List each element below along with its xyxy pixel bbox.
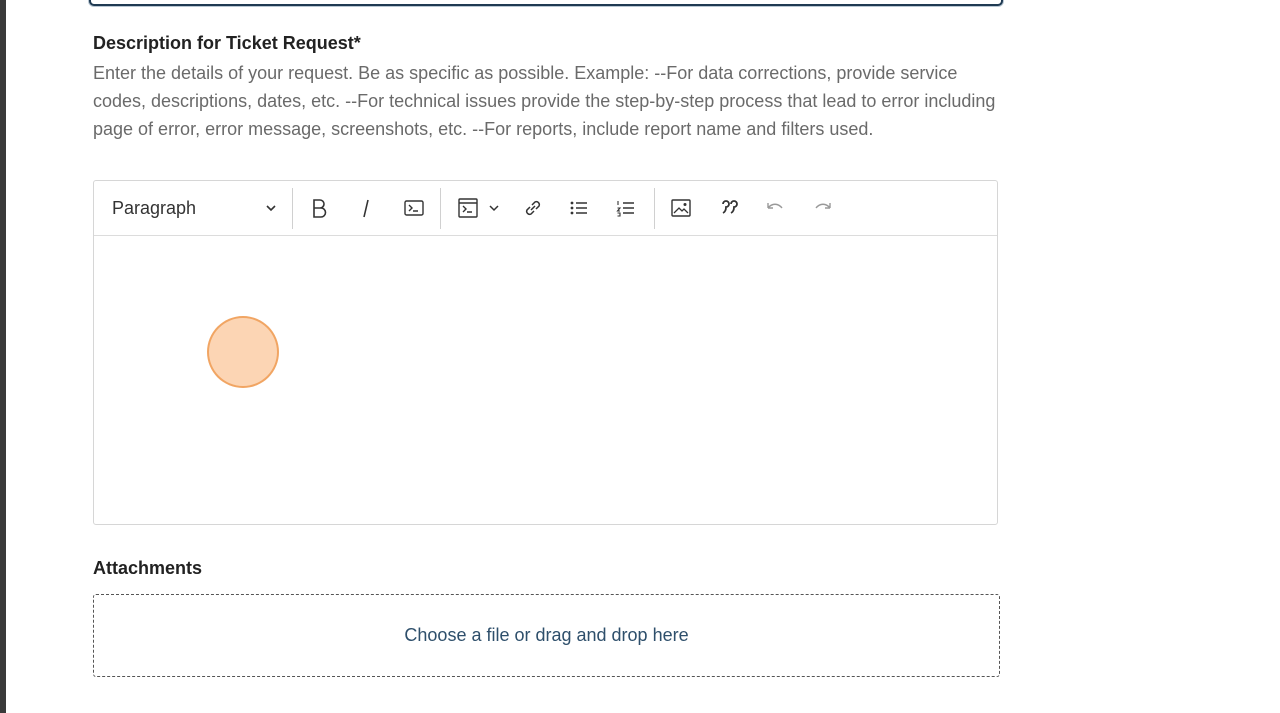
code-icon: [404, 199, 424, 217]
redo-icon: [813, 201, 833, 215]
toolbar-separator: [440, 188, 441, 229]
toolbar-separator: [292, 188, 293, 229]
toolbar-separator: [654, 188, 655, 229]
numbered-list-button[interactable]: [610, 193, 642, 223]
block-format-dropdown[interactable]: Paragraph: [104, 193, 284, 223]
insert-image-button[interactable]: [665, 193, 697, 223]
bulleted-list-icon: [569, 199, 589, 217]
link-button[interactable]: [517, 193, 549, 223]
undo-icon: [765, 201, 785, 215]
chevron-down-icon: [264, 201, 278, 215]
editor-toolbar: Paragraph: [94, 181, 997, 236]
image-icon: [671, 199, 691, 217]
numbered-list-icon: [616, 199, 636, 217]
dropzone-text: Choose a file or drag and drop here: [404, 625, 689, 645]
bulleted-list-button[interactable]: [563, 193, 595, 223]
description-label: Description for Ticket Request*: [93, 33, 361, 53]
redo-button[interactable]: [807, 193, 839, 223]
blockquote-button[interactable]: [713, 193, 745, 223]
italic-icon: [358, 198, 374, 218]
code-block-dropdown[interactable]: [484, 193, 504, 223]
previous-input-field[interactable]: [89, 0, 1003, 6]
file-dropzone[interactable]: Choose a file or drag and drop here: [93, 594, 1000, 677]
quote-icon: [720, 200, 738, 216]
chevron-down-icon: [488, 202, 500, 214]
bold-icon: [310, 198, 328, 218]
code-button[interactable]: [398, 193, 430, 223]
window-edge: [0, 0, 6, 713]
block-format-value: Paragraph: [112, 197, 197, 218]
click-indicator: [207, 316, 279, 388]
link-icon: [523, 198, 543, 218]
undo-button[interactable]: [759, 193, 791, 223]
code-block-button[interactable]: [452, 193, 484, 223]
italic-button[interactable]: [350, 193, 382, 223]
attachments-label: Attachments: [93, 558, 203, 578]
description-help-text: Enter the details of your request. Be as…: [93, 63, 996, 139]
bold-button[interactable]: [303, 193, 335, 223]
code-block-icon: [458, 198, 478, 218]
